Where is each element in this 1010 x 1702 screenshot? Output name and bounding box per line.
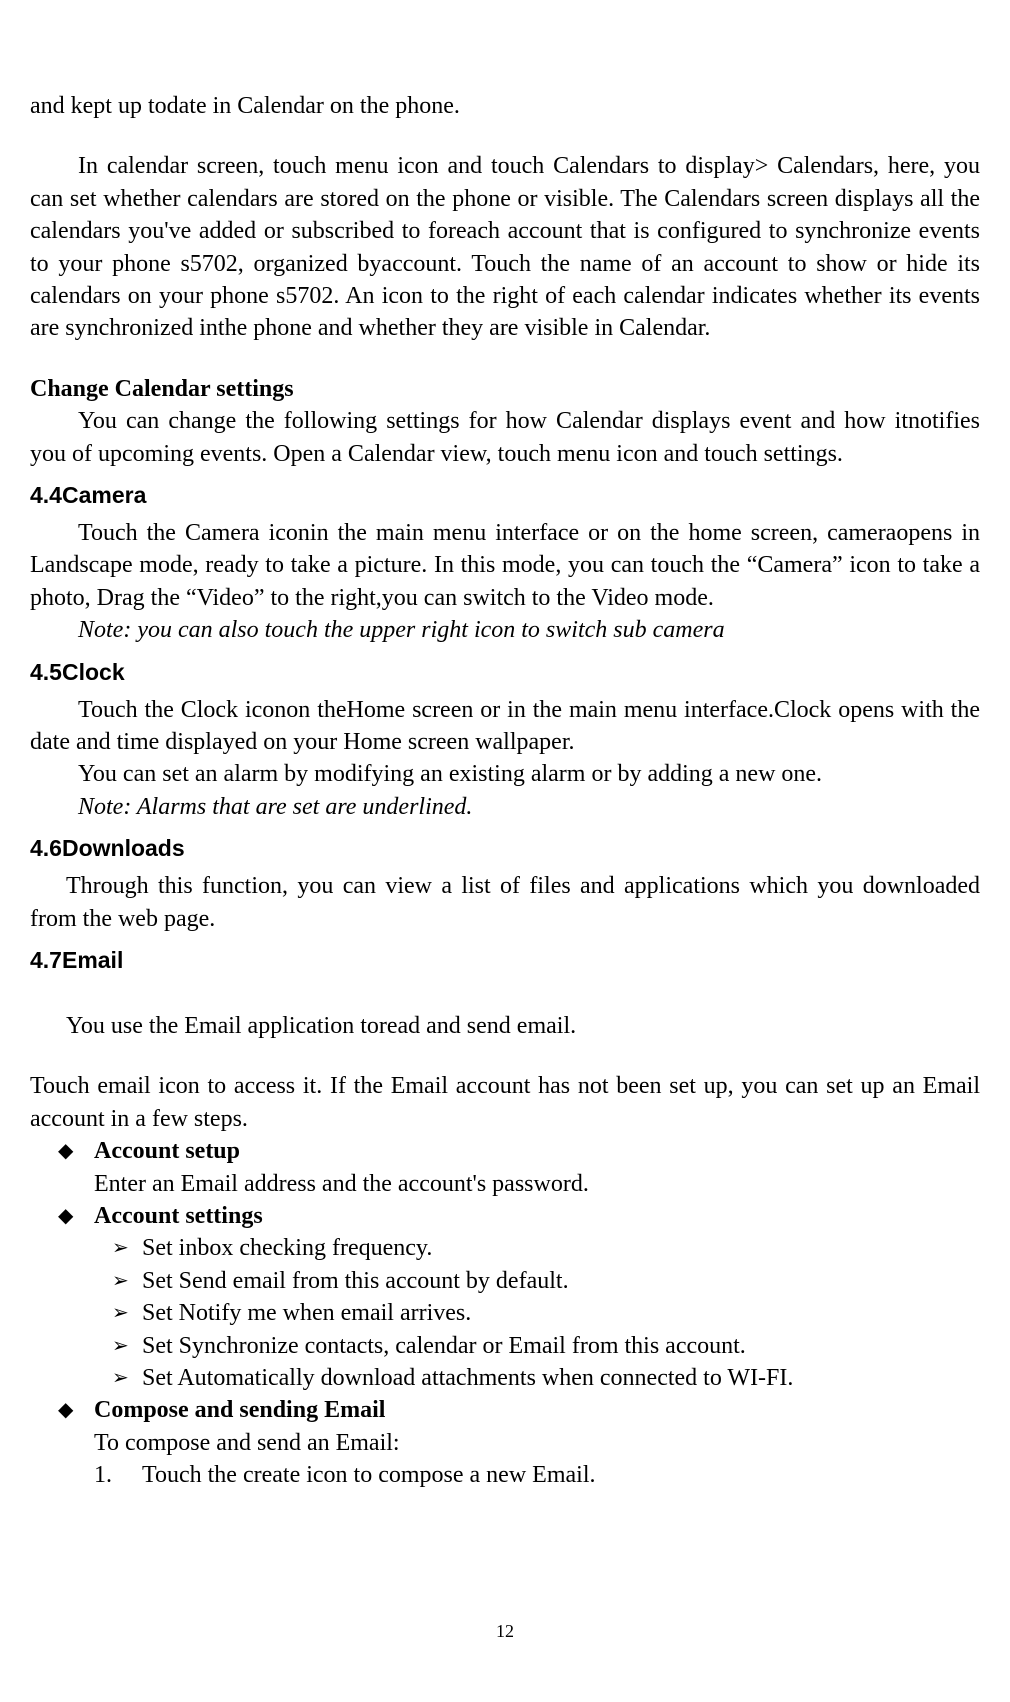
email-feature-list: ◆ Account setup (30, 1135, 980, 1167)
arrow-bullet-icon: ➢ (112, 1265, 129, 1297)
note-text: Note: you can also touch the upper right… (30, 614, 980, 646)
list-item: 1. Touch the create icon to compose a new… (30, 1459, 980, 1491)
arrow-bullet-icon: ➢ (112, 1232, 129, 1264)
list-item: ➢ Set Automatically download attachments … (30, 1362, 980, 1394)
paragraph: Touch the Clock iconon theHome screen or… (30, 694, 980, 759)
diamond-bullet-icon: ◆ (58, 1200, 73, 1232)
section-heading-4-6-downloads: 4.6Downloads (30, 833, 980, 864)
paragraph: You can set an alarm by modifying an exi… (30, 758, 980, 790)
list-item: ➢ Set inbox checking frequency. (30, 1232, 980, 1264)
list-item-text: Set Send email from this account by defa… (142, 1268, 569, 1294)
list-item-text: Set Synchronize contacts, calendar or Em… (142, 1333, 746, 1359)
paragraph: Touch the Camera iconin the main menu in… (30, 517, 980, 614)
section-heading-4-4-camera: 4.4Camera (30, 480, 980, 511)
section-heading-4-7-email: 4.7Email (30, 945, 980, 976)
list-item: ◆ Account setup (30, 1135, 980, 1167)
list-item-description: To compose and send an Email: (30, 1427, 980, 1459)
note-text: Note: Alarms that are set are underlined… (30, 791, 980, 823)
list-item-description: Enter an Email address and the account's… (30, 1168, 980, 1200)
email-feature-list: ◆ Account settings (30, 1200, 980, 1232)
paragraph: You can change the following settings fo… (30, 405, 980, 470)
account-settings-sublist: ➢ Set inbox checking frequency. ➢ Set Send… (30, 1232, 980, 1394)
heading-change-calendar-settings: Change Calendar settings (30, 373, 980, 405)
diamond-bullet-icon: ◆ (58, 1135, 73, 1167)
list-item-text: Set Automatically download attachments w… (142, 1365, 793, 1391)
step-number: 1. (94, 1459, 112, 1491)
document-page: and kept up todate in Calendar on the ph… (0, 0, 1010, 1702)
list-item-label: Account setup (94, 1138, 240, 1164)
list-item: ➢ Set Send email from this account by def… (30, 1265, 980, 1297)
arrow-bullet-icon: ➢ (112, 1362, 129, 1394)
list-item: ◆ Account settings (30, 1200, 980, 1232)
diamond-bullet-icon: ◆ (58, 1394, 73, 1426)
compose-steps-list: 1. Touch the create icon to compose a new… (30, 1459, 980, 1491)
page-number: 12 (0, 1621, 1010, 1642)
section-heading-4-5-clock: 4.5Clock (30, 657, 980, 688)
arrow-bullet-icon: ➢ (112, 1297, 129, 1329)
list-item: ➢ Set Synchronize contacts, calendar or E… (30, 1330, 980, 1362)
paragraph: Through this function, you can view a li… (30, 870, 980, 935)
page-content: and kept up todate in Calendar on the ph… (30, 90, 980, 1491)
email-feature-list: ◆ Compose and sending Email (30, 1394, 980, 1426)
list-item-text: Set inbox checking frequency. (142, 1235, 432, 1261)
paragraph: and kept up todate in Calendar on the ph… (30, 90, 980, 122)
list-item-text: Set Notify me when email arrives. (142, 1300, 471, 1326)
list-item-label: Account settings (94, 1203, 263, 1229)
list-item-text: Touch the create icon to compose a new E… (142, 1462, 595, 1488)
paragraph: You use the Email application toread and… (30, 1010, 980, 1042)
paragraph: In calendar screen, touch menu icon and … (30, 150, 980, 344)
list-item: ◆ Compose and sending Email (30, 1394, 980, 1426)
list-item-label: Compose and sending Email (94, 1397, 385, 1423)
paragraph: Touch email icon to access it. If the Em… (30, 1070, 980, 1135)
arrow-bullet-icon: ➢ (112, 1330, 129, 1362)
list-item: ➢ Set Notify me when email arrives. (30, 1297, 980, 1329)
